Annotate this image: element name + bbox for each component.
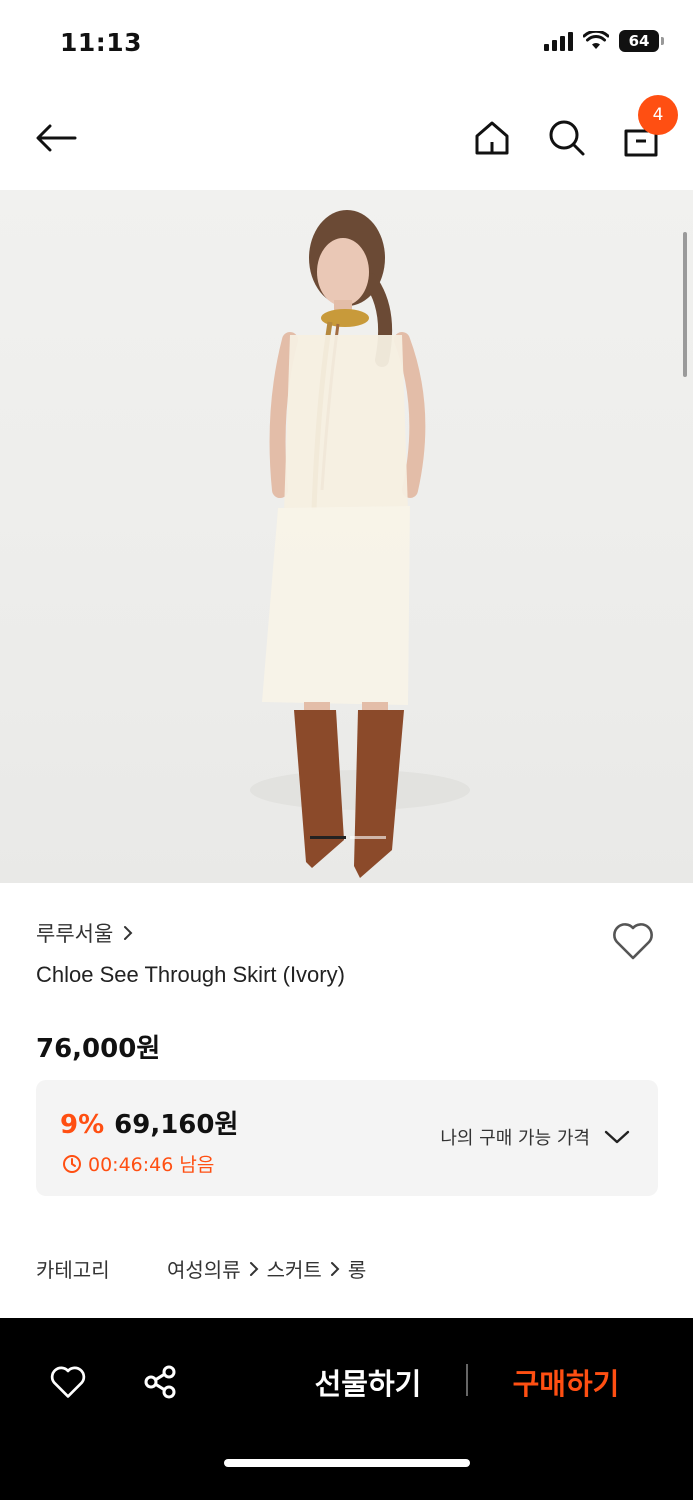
share-icon [144,1365,176,1399]
timer-text: 00:46:46 남음 [88,1154,215,1176]
share-button[interactable] [136,1358,184,1406]
bottom-action-bar: 선물하기 구매하기 [0,1318,693,1500]
heart-icon [50,1366,86,1398]
category-breadcrumb: 여성의류 스커트 롱 [167,1254,366,1283]
discount-rate: 9% [60,1110,105,1140]
gift-button[interactable]: 선물하기 [300,1358,436,1406]
chevron-down-icon [604,1130,630,1144]
category-row: 카테고리 여성의류 스커트 롱 [36,1254,366,1283]
search-icon [549,120,585,156]
category-level-2[interactable]: 스커트 [267,1254,322,1283]
status-bar: 11:13 64 [0,0,693,88]
product-name: Chloe See Through Skirt (Ivory) [36,962,345,987]
heart-icon [613,923,653,960]
discount-line: 9% 69,160원 [60,1104,238,1141]
wishlist-button[interactable] [606,914,660,968]
bottom-wishlist-button[interactable] [44,1358,92,1406]
pager-dot-active [310,836,346,839]
cart-count-badge: 4 [638,95,678,135]
original-price: 76,000원 [36,1034,161,1064]
discount-timer: 00:46:46 남음 [62,1150,214,1177]
back-arrow-icon [36,124,77,152]
brand-link[interactable]: 루루서울 [36,918,133,948]
discount-box: 9% 69,160원 00:46:46 남음 나의 구매 가능 가격 [36,1080,658,1196]
wifi-icon [583,31,609,49]
product-image[interactable] [0,190,693,883]
gallery-scrollbar [683,232,687,377]
status-time: 11:13 [60,28,143,57]
chevron-right-icon [249,1261,259,1276]
gallery-pager [310,836,386,839]
pager-dot [350,836,386,839]
status-icons: 64 [544,30,664,52]
home-indicator[interactable] [224,1459,470,1467]
category-label: 카테고리 [36,1258,110,1282]
battery-level: 64 [628,32,650,50]
back-button[interactable] [28,110,84,166]
my-price-label: 나의 구매 가능 가격 [440,1128,590,1149]
top-nav [0,88,693,190]
home-icon [475,121,509,155]
search-button[interactable] [539,110,595,166]
bottom-divider [466,1364,468,1396]
discount-price: 69,160원 [114,1110,239,1140]
category-level-1[interactable]: 여성의류 [167,1254,241,1283]
battery-indicator: 64 [619,30,664,52]
cellular-signal-icon [544,31,573,51]
buy-button[interactable]: 구매하기 [498,1358,634,1406]
product-photo [250,210,470,878]
chevron-right-icon [124,926,133,940]
home-button[interactable] [464,110,520,166]
clock-icon [63,1154,81,1173]
my-price-toggle[interactable]: 나의 구매 가능 가격 [440,1124,630,1150]
category-level-3[interactable]: 롱 [348,1254,366,1283]
brand-name: 루루서울 [36,922,114,946]
chevron-right-icon [330,1261,340,1276]
